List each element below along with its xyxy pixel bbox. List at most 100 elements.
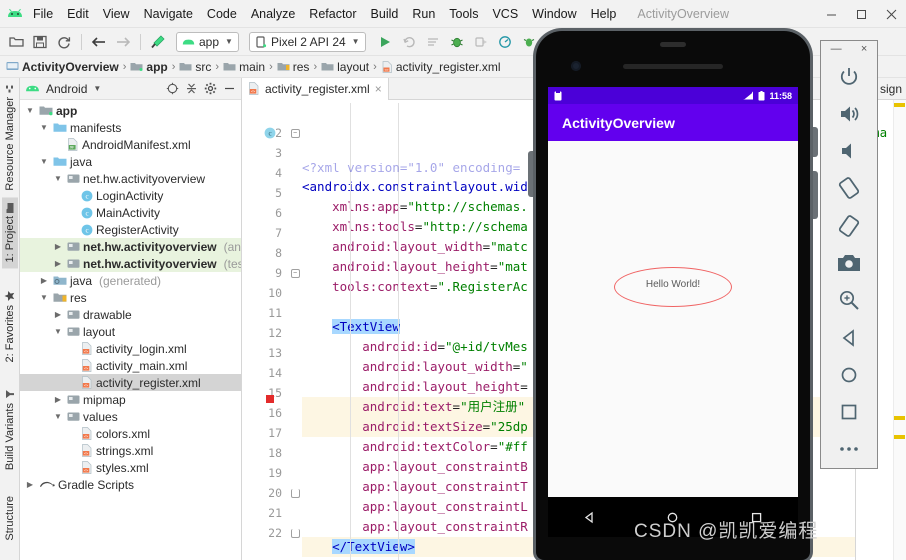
chevron-down-icon[interactable]: ▼ bbox=[24, 106, 36, 115]
breadcrumb-item-res[interactable]: res bbox=[277, 60, 309, 74]
overview-square-icon[interactable] bbox=[820, 393, 878, 430]
window-close-button[interactable] bbox=[876, 0, 906, 28]
menu-item-view[interactable]: View bbox=[96, 4, 137, 24]
menu-item-help[interactable]: Help bbox=[584, 4, 624, 24]
project-view-selector-label[interactable]: Android bbox=[46, 82, 87, 96]
sidebar-item-structure[interactable]: Structure bbox=[2, 490, 18, 547]
menu-item-run[interactable]: Run bbox=[405, 4, 442, 24]
attach-debugger-icon[interactable] bbox=[470, 31, 492, 53]
menu-item-edit[interactable]: Edit bbox=[60, 4, 96, 24]
menu-item-window[interactable]: Window bbox=[525, 4, 583, 24]
code-line[interactable]: android:layout_height="mat bbox=[302, 257, 855, 277]
device-selector-combo[interactable]: Pixel 2 API 24 ▼ bbox=[248, 31, 366, 52]
screenshot-camera-icon[interactable] bbox=[820, 244, 878, 281]
run-icon[interactable] bbox=[374, 31, 396, 53]
code-line[interactable]: android:layout_width=" bbox=[302, 357, 855, 377]
breadcrumb-item-app[interactable]: app bbox=[130, 60, 168, 74]
fold-slot[interactable] bbox=[288, 483, 302, 503]
tree-node[interactable]: ▼ layout bbox=[20, 323, 241, 340]
apply-code-changes-icon[interactable] bbox=[422, 31, 444, 53]
chevron-down-icon[interactable]: ▼ bbox=[38, 157, 50, 166]
chevron-down-icon[interactable]: ▼ bbox=[38, 293, 50, 302]
code-line[interactable]: xmlns:tools="http://schema bbox=[302, 217, 855, 237]
chevron-right-icon[interactable]: ▶ bbox=[24, 480, 36, 489]
tree-node[interactable]: <> strings.xml bbox=[20, 442, 241, 459]
project-tree[interactable]: ▼ app ▼ manifests MF AndroidManifest.xml ▼ jav… bbox=[20, 100, 241, 560]
volume-up-icon[interactable] bbox=[820, 95, 878, 132]
close-icon[interactable]: × bbox=[375, 82, 382, 96]
emulator-close-button[interactable]: × bbox=[861, 43, 867, 55]
code-line[interactable]: app:layout_constraintB bbox=[302, 457, 855, 477]
code-line[interactable]: android:id="@+id/tvMes bbox=[302, 337, 855, 357]
sidebar-item-favorites[interactable]: 2: Favorites bbox=[2, 284, 18, 368]
chevron-right-icon[interactable]: ▶ bbox=[52, 242, 64, 251]
chevron-down-icon-3[interactable]: ▼ bbox=[93, 84, 101, 93]
tree-node[interactable]: <> colors.xml bbox=[20, 425, 241, 442]
volume-down-icon[interactable] bbox=[820, 133, 878, 170]
code-line[interactable]: android:textSize="25dp bbox=[302, 417, 855, 437]
code-line[interactable]: android:textColor="#ff bbox=[302, 437, 855, 457]
fold-collapse-icon[interactable]: − bbox=[290, 268, 300, 278]
sidebar-item-build-variants[interactable]: Build Variants bbox=[2, 383, 18, 476]
tree-node[interactable]: ▶ drawable bbox=[20, 306, 241, 323]
menu-item-vcs[interactable]: VCS bbox=[485, 4, 525, 24]
code-line[interactable]: <TextView bbox=[302, 317, 855, 337]
tree-node[interactable]: <> styles.xml bbox=[20, 459, 241, 476]
tree-node[interactable]: ▼ values bbox=[20, 408, 241, 425]
tree-node[interactable]: c RegisterActivity bbox=[20, 221, 241, 238]
run-gradle-icon[interactable] bbox=[518, 31, 540, 53]
module-selector-combo[interactable]: app ▼ bbox=[176, 31, 239, 52]
code-line[interactable]: tools:context=".RegisterAc bbox=[302, 277, 855, 297]
sidebar-item-resource-manager[interactable]: Resource Manager bbox=[2, 78, 18, 197]
fold-expand-end-icon[interactable] bbox=[290, 488, 300, 498]
debug-icon[interactable] bbox=[446, 31, 468, 53]
menu-item-refactor[interactable]: Refactor bbox=[302, 4, 363, 24]
fold-collapse-icon[interactable]: − bbox=[290, 128, 300, 138]
breadcrumb-item-project[interactable]: ActivityOverview bbox=[6, 60, 119, 74]
collapse-all-icon[interactable] bbox=[185, 82, 198, 95]
tree-node[interactable]: ▶ java (generated) bbox=[20, 272, 241, 289]
chevron-right-icon[interactable]: ▶ bbox=[52, 395, 64, 404]
breadcrumb-item-main[interactable]: main bbox=[223, 60, 265, 74]
menu-item-build[interactable]: Build bbox=[364, 4, 406, 24]
open-folder-icon[interactable] bbox=[5, 31, 27, 53]
editor-scrollbar[interactable] bbox=[893, 100, 906, 560]
breadcrumb-item-src[interactable]: src bbox=[179, 60, 211, 74]
save-all-icon[interactable] bbox=[29, 31, 51, 53]
code-line[interactable]: xmlns:app="http://schemas. bbox=[302, 197, 855, 217]
fold-expand-end-icon[interactable] bbox=[290, 528, 300, 538]
tree-node[interactable]: <> activity_main.xml bbox=[20, 357, 241, 374]
code-line[interactable]: app:layout_constraintL bbox=[302, 497, 855, 517]
chevron-down-icon[interactable]: ▼ bbox=[52, 412, 64, 421]
zoom-in-icon[interactable] bbox=[820, 282, 878, 319]
back-arrow-icon[interactable] bbox=[88, 31, 110, 53]
home-circle-icon-2[interactable] bbox=[820, 356, 878, 393]
rotate-right-icon[interactable] bbox=[820, 207, 878, 244]
chevron-down-icon[interactable]: ▼ bbox=[52, 174, 64, 183]
more-options-icon[interactable] bbox=[820, 431, 878, 468]
code-line[interactable]: app:layout_constraintT bbox=[302, 477, 855, 497]
profiler-icon[interactable] bbox=[494, 31, 516, 53]
apply-changes-icon[interactable] bbox=[398, 31, 420, 53]
code-line[interactable]: <androidx.constraintlayout.widg bbox=[302, 177, 855, 197]
tree-node[interactable]: ▼ manifests bbox=[20, 119, 241, 136]
code-folding-column[interactable]: − − bbox=[288, 100, 302, 560]
tree-node[interactable]: ▼ java bbox=[20, 153, 241, 170]
forward-arrow-icon[interactable] bbox=[112, 31, 134, 53]
menu-item-code[interactable]: Code bbox=[200, 4, 244, 24]
power-icon[interactable] bbox=[820, 58, 878, 95]
back-triangle-icon-2[interactable] bbox=[820, 319, 878, 356]
emulator-minimize-button[interactable]: — bbox=[831, 43, 842, 55]
fold-slot[interactable]: − bbox=[288, 123, 302, 143]
editor-tab-activity-register[interactable]: <> activity_register.xml × bbox=[242, 77, 389, 100]
chevron-down-icon[interactable]: ▼ bbox=[52, 327, 64, 336]
locate-icon[interactable] bbox=[166, 82, 179, 95]
sync-icon[interactable] bbox=[53, 31, 75, 53]
tree-node[interactable]: ▶ Gradle Scripts bbox=[20, 476, 241, 493]
fold-slot[interactable]: − bbox=[288, 263, 302, 283]
build-hammer-icon[interactable] bbox=[147, 31, 169, 53]
code-area[interactable]: 2 c 3 4 5 6 7 8 9 10 11 12 13 14 15 16 17 18 19 20 21 22 − − <… bbox=[242, 100, 855, 560]
code-line[interactable]: android:layout_width="matc bbox=[302, 237, 855, 257]
tree-node[interactable]: ▶ net.hw.activityoverview (tes bbox=[20, 255, 241, 272]
tree-node[interactable]: MF AndroidManifest.xml bbox=[20, 136, 241, 153]
